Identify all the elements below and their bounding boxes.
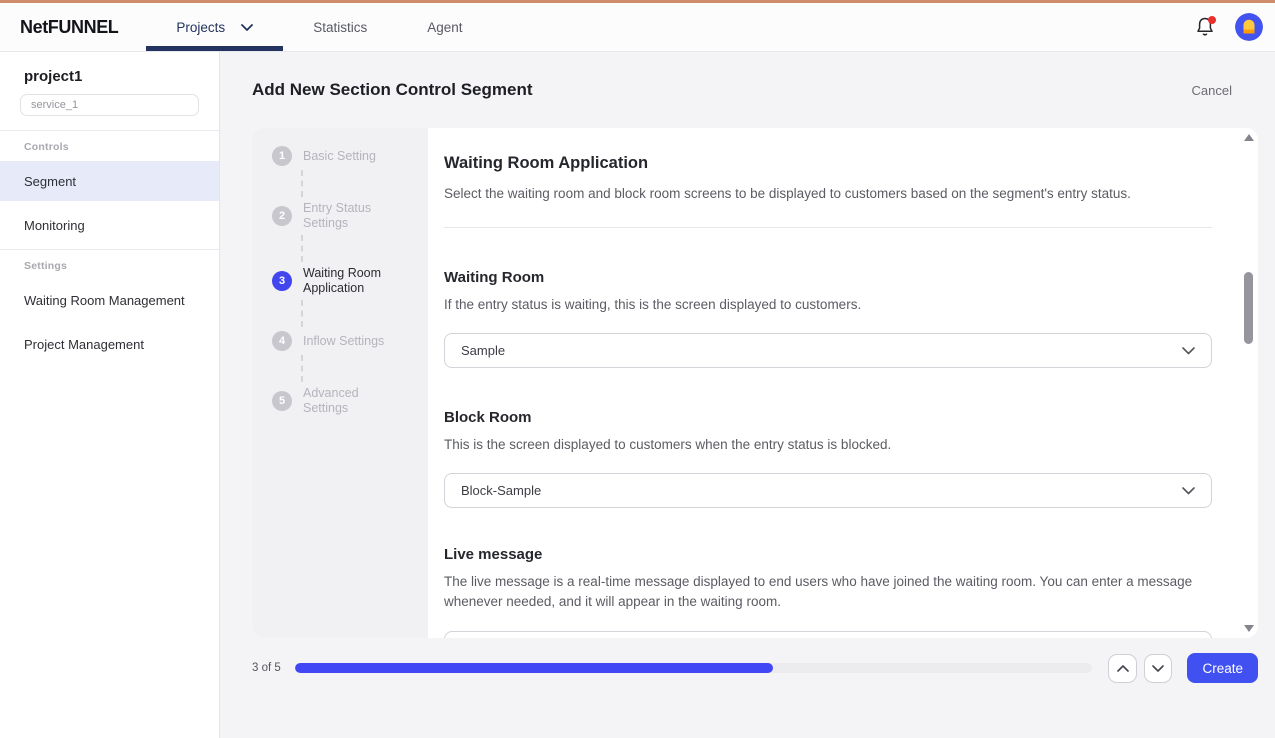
nav-item-statistics[interactable]: Statistics [283,3,397,51]
card-scrollbar [1243,130,1255,636]
step-connector [301,170,428,197]
step-number: 2 [272,206,292,226]
top-navbar: NetFUNNEL Projects Statistics Agent [0,3,1275,52]
chevron-down-icon [1182,487,1195,495]
cancel-button[interactable]: Cancel [1192,83,1232,98]
step-inflow-settings[interactable]: 4 Inflow Settings [272,331,428,351]
notification-bell-icon[interactable] [1195,16,1217,38]
next-step-button[interactable] [1144,654,1173,683]
step-entry-status-settings[interactable]: 2 Entry Status Settings [272,201,428,231]
wizard-card: 1 Basic Setting 2 Entry Status Settings … [252,128,1258,638]
step-content: Waiting Room Application Select the wait… [428,128,1258,638]
waiting-room-description: If the entry status is waiting, this is … [444,295,1212,315]
nav-item-agent[interactable]: Agent [397,3,492,51]
service-selector[interactable]: service_1 [20,94,199,116]
sidebar-section-controls: Controls [0,131,219,161]
step-number: 3 [272,271,292,291]
progress-fill [295,663,773,673]
nav-item-projects[interactable]: Projects [146,3,283,51]
step-basic-setting[interactable]: 1 Basic Setting [272,146,428,166]
live-message-group: Live message The live message is a real-… [444,546,1212,638]
chevron-down-icon [241,24,253,31]
page-header: Add New Section Control Segment Cancel [252,52,1258,128]
step-label: Inflow Settings [303,334,384,349]
progress-bar [295,663,1092,673]
nav-item-label: Agent [427,20,462,35]
block-room-select[interactable]: Block-Sample [444,473,1212,508]
step-connector [301,235,428,262]
live-message-field: 0 / 20 [444,631,1212,638]
netfunnel-logo[interactable]: NetFUNNEL [20,17,118,38]
step-connector [301,300,428,327]
page-title: Add New Section Control Segment [252,80,533,100]
user-avatar[interactable] [1235,13,1263,41]
main-nav: Projects Statistics Agent [146,3,492,51]
step-connector [301,355,428,382]
nav-item-label: Statistics [313,20,367,35]
project-sidebar: project1 service_1 Controls Segment Moni… [0,52,220,738]
content-heading: Waiting Room Application [444,154,1212,173]
step-waiting-room-application[interactable]: 3 Waiting Room Application [272,266,428,296]
sidebar-item-monitoring[interactable]: Monitoring [0,205,219,245]
main-area: Add New Section Control Segment Cancel 1… [221,52,1275,738]
scrollbar-thumb[interactable] [1244,272,1253,344]
sidebar-section-settings: Settings [0,250,219,280]
create-button[interactable]: Create [1187,653,1258,683]
waiting-room-group: Waiting Room If the entry status is wait… [444,269,1212,368]
sidebar-item-project-management[interactable]: Project Management [0,324,219,364]
scroll-up-arrow[interactable] [1244,134,1254,141]
waiting-room-heading: Waiting Room [444,269,1212,286]
live-message-heading: Live message [444,546,1212,563]
step-advanced-settings[interactable]: 5 Advanced Settings [272,386,428,416]
block-room-heading: Block Room [444,409,1212,426]
project-name: project1 [0,52,219,85]
previous-step-button[interactable] [1108,654,1137,683]
sidebar-item-waiting-room-management[interactable]: Waiting Room Management [0,280,219,320]
waiting-room-selected-value: Sample [461,343,505,358]
block-room-selected-value: Block-Sample [461,483,541,498]
nav-item-label: Projects [176,20,225,35]
step-label: Entry Status Settings [303,201,407,231]
content-description: Select the waiting room and block room s… [444,184,1212,204]
step-label: Advanced Settings [303,386,407,416]
block-room-description: This is the screen displayed to customer… [444,435,1212,455]
step-number: 4 [272,331,292,351]
wizard-footer: 3 of 5 Create [252,653,1258,683]
step-label: Basic Setting [303,149,376,164]
navbar-right [1195,3,1275,51]
progress-label: 3 of 5 [252,662,295,674]
step-number: 5 [272,391,292,411]
waiting-room-select[interactable]: Sample [444,333,1212,368]
sidebar-item-segment[interactable]: Segment [0,161,219,201]
chevron-down-icon [1182,347,1195,355]
block-room-group: Block Room This is the screen displayed … [444,409,1212,508]
content-divider [444,227,1212,228]
wizard-stepper: 1 Basic Setting 2 Entry Status Settings … [252,128,428,638]
notification-badge [1208,16,1216,24]
step-number: 1 [272,146,292,166]
step-label: Waiting Room Application [303,266,407,296]
live-message-description: The live message is a real-time message … [444,572,1212,612]
scroll-down-arrow[interactable] [1244,625,1254,632]
